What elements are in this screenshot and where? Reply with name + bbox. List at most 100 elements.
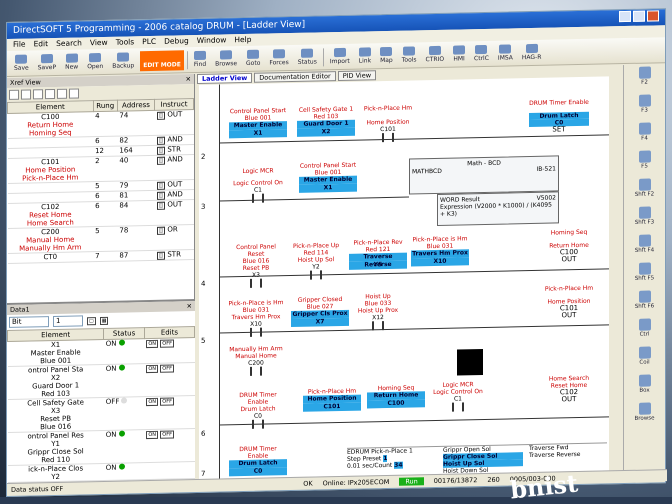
ladder-coil[interactable]: Pick-n-Place Hm Home Position C101 OUT xyxy=(539,285,599,320)
page-icon[interactable]: ▢ xyxy=(87,316,96,325)
menu-plc[interactable]: PLC xyxy=(142,37,156,47)
key-shift-f6[interactable]: Shft F6 xyxy=(624,290,665,317)
tab-ladder-view[interactable]: Ladder View xyxy=(197,72,253,84)
menu-search[interactable]: Search xyxy=(56,38,82,49)
column-header[interactable]: Instruct xyxy=(154,98,194,111)
key-f3[interactable]: F3 xyxy=(624,94,665,121)
tab-documentation-editor[interactable]: Documentation Editor xyxy=(254,71,336,83)
math-bcd-box[interactable]: Math - BCD MATHBCD IB-521 xyxy=(409,155,559,195)
ladder-contact[interactable]: Pick-n-Place Hm Home Position C101 xyxy=(303,388,361,412)
ladder-contact[interactable]: DRUM Timer Enable Drum Latch C0 xyxy=(229,445,287,477)
menu-view[interactable]: View xyxy=(90,38,108,48)
ladder-view[interactable]: 2 Control Panel Start Blue 001 Master Enab… xyxy=(199,76,609,480)
table-row[interactable]: C101 Home Position Pick-n-Place Hm 2 40 ◫ AND xyxy=(7,154,194,184)
key-shift-f2[interactable]: Shft F2 xyxy=(624,178,665,205)
type-select[interactable]: Bit xyxy=(9,316,49,328)
table-row[interactable]: ontrol Panel Res Y1 Grippr Close Sol Red 11… xyxy=(7,428,195,466)
key-f5[interactable]: F5 xyxy=(624,150,665,177)
key-box[interactable]: Box xyxy=(624,374,665,401)
key-shift-f5[interactable]: Shft F5 xyxy=(624,262,665,289)
force-on-button[interactable]: ON xyxy=(146,339,159,349)
open-button[interactable]: Open xyxy=(84,51,106,71)
ladder-contact[interactable]: Cell Safety Gate 1 Red 103 Guard Door 1 X2 xyxy=(297,106,355,137)
last-icon[interactable] xyxy=(69,88,79,99)
column-header[interactable]: Rung xyxy=(93,100,118,112)
count-select[interactable]: 1 xyxy=(53,315,83,328)
hmi-button[interactable]: HMI xyxy=(450,44,468,64)
ladder-coil[interactable]: Homing Seq Return Home C100 OUT xyxy=(539,229,599,264)
link-button[interactable]: Link xyxy=(356,46,374,66)
restore-button[interactable] xyxy=(633,10,645,22)
key-coil[interactable]: Coil xyxy=(624,346,665,373)
prev-icon[interactable] xyxy=(45,88,55,100)
key-f4[interactable]: F4 xyxy=(624,122,665,149)
new-icon xyxy=(65,52,78,63)
ladder-contact[interactable]: Hoist Up Blue 033 Hoist Up Prox X12 xyxy=(349,293,407,331)
forces-button[interactable]: Forces xyxy=(266,48,291,69)
save-plc-button[interactable]: SaveP xyxy=(35,52,59,73)
list-icon[interactable] xyxy=(21,89,31,100)
imsa-button[interactable]: IMSA xyxy=(495,43,516,63)
ladder-contact[interactable]: Gripper Closed Blue 027 Gripper Cls Prox X7 xyxy=(291,296,349,328)
import-button[interactable]: Import xyxy=(327,46,353,67)
table-row[interactable]: C100 Return Home Homing Seq 4 74 ◫ OUT xyxy=(7,109,194,139)
map-button[interactable]: Map xyxy=(377,45,396,65)
hagr-button[interactable]: HAG-R xyxy=(519,42,545,63)
table-row[interactable]: Cell Safety Gate X3 Reset PB Blue 016 OFF ON … xyxy=(7,395,195,433)
close-icon[interactable]: ✕ xyxy=(186,75,191,83)
menu-debug[interactable]: Debug xyxy=(164,36,189,47)
ladder-contact[interactable]: Pick-n-Place Hm Home Position C101 xyxy=(359,104,417,143)
key-f2[interactable]: F2 xyxy=(624,66,665,93)
tools-button[interactable]: Tools xyxy=(399,45,420,65)
browse-button[interactable]: Browse xyxy=(212,49,240,70)
ladder-contact[interactable]: Control Panel Start Blue 001 Master Enable… xyxy=(229,107,287,139)
table-row[interactable]: ontrol Panel Sta X2 Guard Door 1 Red 103 ON O… xyxy=(7,362,195,400)
save-button[interactable]: Save xyxy=(11,53,32,73)
menu-window[interactable]: Window xyxy=(197,35,227,46)
ladder-contact[interactable]: DRUM Timer Enable Drum Latch C0 xyxy=(229,391,287,429)
menu-edit[interactable]: Edit xyxy=(34,39,49,49)
ladder-contact[interactable]: Pick-n-Place is Hm Blue 031 Travers Hm Pro… xyxy=(411,235,469,267)
next-icon[interactable] xyxy=(57,88,67,99)
close-button[interactable] xyxy=(647,10,659,22)
menu-file[interactable]: File xyxy=(13,40,26,50)
ladder-contact[interactable]: Pick-n-Place RevRed 121Traverse ReverseY… xyxy=(349,239,407,270)
ladder-contact[interactable]: Logic MCR Logic Control On C1 xyxy=(229,167,287,203)
ladder-contact[interactable]: Manually Hm Arm Manual Home C200 xyxy=(227,345,285,376)
new-button[interactable]: New xyxy=(62,52,81,72)
key-ctrl[interactable]: Ctrl xyxy=(624,318,665,345)
backup-button[interactable]: Backup xyxy=(109,51,137,72)
close-icon[interactable]: ✕ xyxy=(187,302,192,310)
ladder-contact[interactable]: Control Panel Start Blue 001 Master Enable… xyxy=(299,162,357,193)
tab-pid-view[interactable]: PID View xyxy=(337,70,377,82)
force-off-button[interactable]: OFF xyxy=(160,339,174,348)
ctrio-button[interactable]: CTRIO xyxy=(423,44,448,65)
table-icon[interactable]: ▦ xyxy=(99,316,109,325)
ladder-coil[interactable]: Home Search Reset Home C102 OUT xyxy=(539,375,599,404)
math-result-box[interactable]: WORD Result V5002 Expression (V2000 * K100… xyxy=(437,191,559,226)
column-header[interactable]: Address xyxy=(117,99,155,112)
minimize-button[interactable] xyxy=(619,10,631,23)
ladder-contact[interactable]: Control Panel Reset Blue 016 Reset PB X3 xyxy=(227,243,285,288)
edit-mode-button[interactable]: EDIT MODE xyxy=(140,49,184,71)
filter-icon[interactable] xyxy=(9,89,19,100)
table-row[interactable]: C200 Manual Home Manually Hm Arm 5 78 ◫ OR xyxy=(7,224,194,254)
table-row[interactable]: C102 Reset Home Home Search 6 84 ◫ OUT xyxy=(7,199,194,229)
goto-button[interactable]: Goto xyxy=(243,48,263,68)
drum-output: Traverse Reverse xyxy=(529,450,581,460)
ladder-contact[interactable]: Homing Seq Return Home C100 xyxy=(367,384,425,409)
menu-tools[interactable]: Tools xyxy=(116,37,134,47)
ladder-contact[interactable]: Pick-n-Place is Hm Blue 031 Travers Hm Pro… xyxy=(227,299,285,337)
ladder-coil[interactable]: DRUM Timer Enable Drum Latch C0 SET xyxy=(529,99,589,134)
ladder-contact[interactable]: Pick-n-Place Up Red 114 Hoist Up Sol Y2 xyxy=(287,242,345,280)
find-button[interactable]: Find xyxy=(191,49,209,69)
ctrlc-button[interactable]: CtrlC xyxy=(471,43,492,63)
ladder-contact[interactable]: Logic MCR Logic Control On C1 xyxy=(429,381,487,412)
key-shift-f4[interactable]: Shft F4 xyxy=(624,234,665,261)
status-button[interactable]: Status xyxy=(295,47,320,68)
key-shift-f3[interactable]: Shft F3 xyxy=(624,206,665,233)
first-icon[interactable] xyxy=(33,89,43,100)
key-browse[interactable]: Browse xyxy=(624,402,665,429)
imsa-icon xyxy=(499,43,512,54)
menu-help[interactable]: Help xyxy=(234,35,251,45)
